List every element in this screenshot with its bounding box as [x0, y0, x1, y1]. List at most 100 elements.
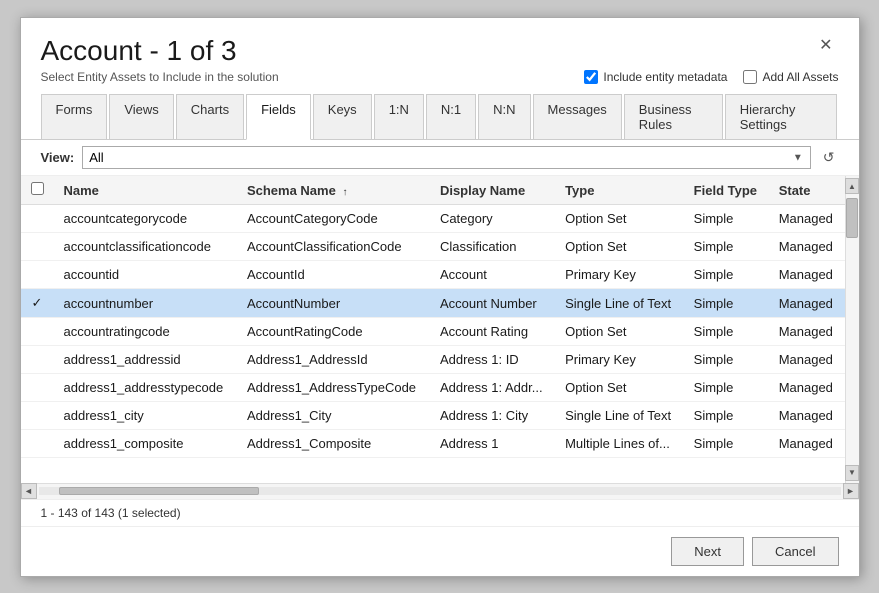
row-check-cell[interactable] — [21, 402, 54, 430]
sort-icon-schema: ↑ — [342, 187, 347, 198]
row-check-cell[interactable] — [21, 346, 54, 374]
row-type: Multiple Lines of... — [555, 430, 684, 458]
scroll-down-button[interactable]: ▼ — [845, 465, 859, 481]
row-name: address1_city — [54, 402, 237, 430]
table-row[interactable]: accountidAccountIdAccountPrimary KeySimp… — [21, 261, 845, 289]
table-row[interactable]: accountratingcodeAccountRatingCodeAccoun… — [21, 318, 845, 346]
cancel-button[interactable]: Cancel — [752, 537, 838, 566]
status-text: 1 - 143 of 143 (1 selected) — [41, 506, 181, 520]
row-check-cell[interactable] — [21, 205, 54, 233]
row-field-type: Simple — [684, 374, 769, 402]
row-check-cell[interactable] — [21, 318, 54, 346]
table-row[interactable]: ✓accountnumberAccountNumberAccount Numbe… — [21, 289, 845, 318]
tab-business-rules[interactable]: Business Rules — [624, 94, 723, 139]
col-field-type[interactable]: Field Type — [684, 176, 769, 205]
col-name[interactable]: Name — [54, 176, 237, 205]
row-check-cell[interactable] — [21, 374, 54, 402]
row-type: Single Line of Text — [555, 289, 684, 318]
row-display-name: Category — [430, 205, 555, 233]
table-row[interactable]: accountcategorycodeAccountCategoryCodeCa… — [21, 205, 845, 233]
row-name: address1_addressid — [54, 346, 237, 374]
row-field-type: Simple — [684, 402, 769, 430]
table-row[interactable]: address1_cityAddress1_CityAddress 1: Cit… — [21, 402, 845, 430]
refresh-icon[interactable]: ↺ — [819, 147, 839, 168]
row-type: Primary Key — [555, 346, 684, 374]
header-right: Include entity metadata Add All Assets — [584, 70, 838, 84]
row-name: accountnumber — [54, 289, 237, 318]
dialog-title: Account - 1 of 3 — [41, 36, 279, 67]
row-name: accountid — [54, 261, 237, 289]
scroll-left-button[interactable]: ◄ — [21, 483, 37, 499]
scroll-h-track[interactable] — [39, 487, 841, 495]
table-row[interactable]: accountclassificationcodeAccountClassifi… — [21, 233, 845, 261]
row-display-name: Account Rating — [430, 318, 555, 346]
row-name: address1_composite — [54, 430, 237, 458]
row-check-cell[interactable] — [21, 261, 54, 289]
row-display-name: Account Number — [430, 289, 555, 318]
tab-charts[interactable]: Charts — [176, 94, 244, 139]
row-state: Managed — [769, 261, 845, 289]
dialog-subtitle: Select Entity Assets to Include in the s… — [41, 70, 279, 84]
col-display-name[interactable]: Display Name — [430, 176, 555, 205]
view-bar: View: All ↺ — [21, 140, 859, 176]
tab-keys[interactable]: Keys — [313, 94, 372, 139]
table-container[interactable]: Name Schema Name ↑ Display Name Type Fie… — [21, 176, 859, 482]
scrollbar-vertical[interactable]: ▲ ▼ — [845, 176, 859, 482]
row-display-name: Address 1 — [430, 430, 555, 458]
row-type: Primary Key — [555, 261, 684, 289]
row-schema-name: Address1_AddressTypeCode — [237, 374, 430, 402]
add-all-assets-checkbox[interactable] — [743, 70, 757, 84]
tab-forms[interactable]: Forms — [41, 94, 108, 139]
scroll-up-button[interactable]: ▲ — [845, 178, 859, 194]
row-display-name: Address 1: ID — [430, 346, 555, 374]
tab-nn[interactable]: N:N — [478, 94, 530, 139]
row-type: Option Set — [555, 318, 684, 346]
row-name: address1_addresstypecode — [54, 374, 237, 402]
next-button[interactable]: Next — [671, 537, 744, 566]
row-check-cell[interactable] — [21, 430, 54, 458]
row-schema-name: AccountCategoryCode — [237, 205, 430, 233]
col-type[interactable]: Type — [555, 176, 684, 205]
table-row[interactable]: address1_compositeAddress1_CompositeAddr… — [21, 430, 845, 458]
view-select[interactable]: All — [82, 146, 811, 169]
status-bar: 1 - 143 of 143 (1 selected) — [21, 499, 859, 526]
include-metadata-checkbox[interactable] — [584, 70, 598, 84]
row-schema-name: Address1_AddressId — [237, 346, 430, 374]
tab-hierarchy-settings[interactable]: Hierarchy Settings — [725, 94, 837, 139]
row-display-name: Address 1: City — [430, 402, 555, 430]
row-schema-name: Address1_Composite — [237, 430, 430, 458]
tab-1n[interactable]: 1:N — [374, 94, 424, 139]
scroll-h-thumb[interactable] — [59, 487, 259, 495]
row-schema-name: AccountClassificationCode — [237, 233, 430, 261]
dialog-header: Account - 1 of 3 Select Entity Assets to… — [21, 18, 859, 95]
row-schema-name: AccountNumber — [237, 289, 430, 318]
row-name: accountratingcode — [54, 318, 237, 346]
select-all-checkbox[interactable] — [31, 182, 44, 195]
row-check-cell[interactable]: ✓ — [21, 289, 54, 318]
scrollbar-horizontal[interactable]: ◄ ► — [21, 483, 859, 499]
tab-messages[interactable]: Messages — [533, 94, 622, 139]
table-row[interactable]: address1_addresstypecodeAddress1_Address… — [21, 374, 845, 402]
row-field-type: Simple — [684, 289, 769, 318]
add-all-assets-label[interactable]: Add All Assets — [743, 70, 838, 84]
row-type: Option Set — [555, 374, 684, 402]
tab-n1[interactable]: N:1 — [426, 94, 476, 139]
tab-views[interactable]: Views — [109, 94, 173, 139]
scroll-track[interactable] — [846, 194, 859, 464]
include-metadata-label[interactable]: Include entity metadata — [584, 70, 727, 84]
row-state: Managed — [769, 289, 845, 318]
scroll-thumb[interactable] — [846, 198, 858, 238]
col-state[interactable]: State — [769, 176, 845, 205]
table-row[interactable]: address1_addressidAddress1_AddressIdAddr… — [21, 346, 845, 374]
col-schema-name[interactable]: Schema Name ↑ — [237, 176, 430, 205]
close-button[interactable]: ✕ — [813, 36, 838, 56]
tab-fields[interactable]: Fields — [246, 94, 311, 140]
col-check[interactable] — [21, 176, 54, 205]
table-header-row: Name Schema Name ↑ Display Name Type Fie… — [21, 176, 845, 205]
dialog-footer: Next Cancel — [21, 526, 859, 576]
row-field-type: Simple — [684, 318, 769, 346]
row-check-cell[interactable] — [21, 233, 54, 261]
scroll-right-button[interactable]: ► — [843, 483, 859, 499]
main-dialog: Account - 1 of 3 Select Entity Assets to… — [20, 17, 860, 577]
row-schema-name: AccountRatingCode — [237, 318, 430, 346]
